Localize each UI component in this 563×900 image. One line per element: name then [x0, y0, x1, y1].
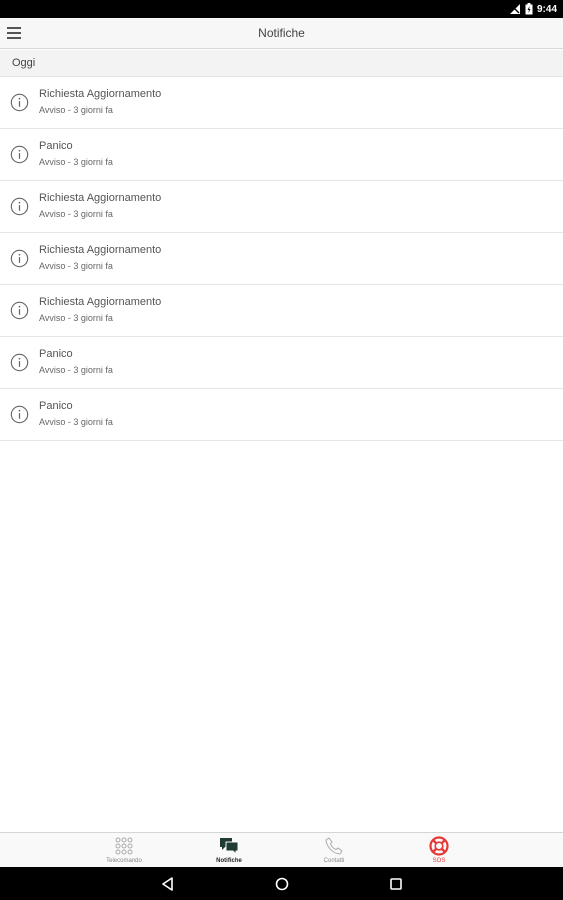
app-bar: Notifiche — [0, 18, 563, 49]
system-nav-bar — [0, 867, 563, 900]
notification-list: Richiesta Aggiornamento Avviso - 3 giorn… — [0, 77, 563, 441]
notification-item[interactable]: Panico Avviso - 3 giorni fa — [0, 389, 563, 441]
notification-item[interactable]: Richiesta Aggiornamento Avviso - 3 giorn… — [0, 77, 563, 129]
status-bar: 9:44 — [0, 0, 563, 18]
notification-item[interactable]: Richiesta Aggiornamento Avviso - 3 giorn… — [0, 233, 563, 285]
notification-title: Richiesta Aggiornamento — [39, 192, 162, 204]
info-icon — [10, 249, 29, 268]
no-signal-icon — [509, 4, 520, 14]
notification-item[interactable]: Panico Avviso - 3 giorni fa — [0, 129, 563, 181]
lifebuoy-icon — [429, 836, 449, 856]
notification-item[interactable]: Panico Avviso - 3 giorni fa — [0, 337, 563, 389]
notification-item[interactable]: Richiesta Aggiornamento Avviso - 3 giorn… — [0, 285, 563, 337]
status-time: 9:44 — [536, 3, 557, 15]
notification-title: Richiesta Aggiornamento — [39, 244, 162, 256]
grid-icon — [115, 837, 133, 855]
notification-title: Richiesta Aggiornamento — [39, 296, 162, 308]
tab-notifiche[interactable]: Notifiche — [174, 833, 284, 868]
tab-label: SOS — [432, 858, 446, 864]
tab-sos[interactable]: SOS — [384, 833, 494, 868]
recents-icon[interactable] — [387, 875, 405, 893]
notification-subtitle: Avviso - 3 giorni fa — [39, 261, 113, 271]
notification-title: Richiesta Aggiornamento — [39, 88, 162, 100]
page-title: Notifiche — [258, 26, 305, 40]
notification-subtitle: Avviso - 3 giorni fa — [39, 209, 113, 219]
info-icon — [10, 197, 29, 216]
tab-label: Notifiche — [216, 858, 242, 864]
status-icons: 9:44 — [509, 0, 557, 18]
info-icon — [10, 301, 29, 320]
info-icon — [10, 405, 29, 424]
info-icon — [10, 145, 29, 164]
tab-contatti[interactable]: Contatti — [279, 833, 389, 868]
notification-title: Panico — [39, 400, 73, 412]
battery-icon — [525, 3, 533, 15]
info-icon — [10, 353, 29, 372]
notification-title: Panico — [39, 140, 73, 152]
notification-subtitle: Avviso - 3 giorni fa — [39, 157, 113, 167]
notification-subtitle: Avviso - 3 giorni fa — [39, 417, 113, 427]
home-icon[interactable] — [273, 875, 291, 893]
notification-subtitle: Avviso - 3 giorni fa — [39, 105, 113, 115]
section-header-today: Oggi — [0, 50, 563, 77]
chat-bubbles-icon — [220, 838, 239, 856]
phone-icon — [325, 837, 343, 855]
tab-label: Telecomando — [106, 858, 142, 864]
info-icon — [10, 93, 29, 112]
notification-title: Panico — [39, 348, 73, 360]
back-icon[interactable] — [159, 875, 177, 893]
tab-label: Contatti — [323, 858, 345, 864]
notification-subtitle: Avviso - 3 giorni fa — [39, 313, 113, 323]
notification-subtitle: Avviso - 3 giorni fa — [39, 365, 113, 375]
bottom-tab-bar: Telecomando Notifiche Contatti SOS — [0, 832, 563, 867]
notification-item[interactable]: Richiesta Aggiornamento Avviso - 3 giorn… — [0, 181, 563, 233]
tab-telecomando[interactable]: Telecomando — [69, 833, 179, 868]
